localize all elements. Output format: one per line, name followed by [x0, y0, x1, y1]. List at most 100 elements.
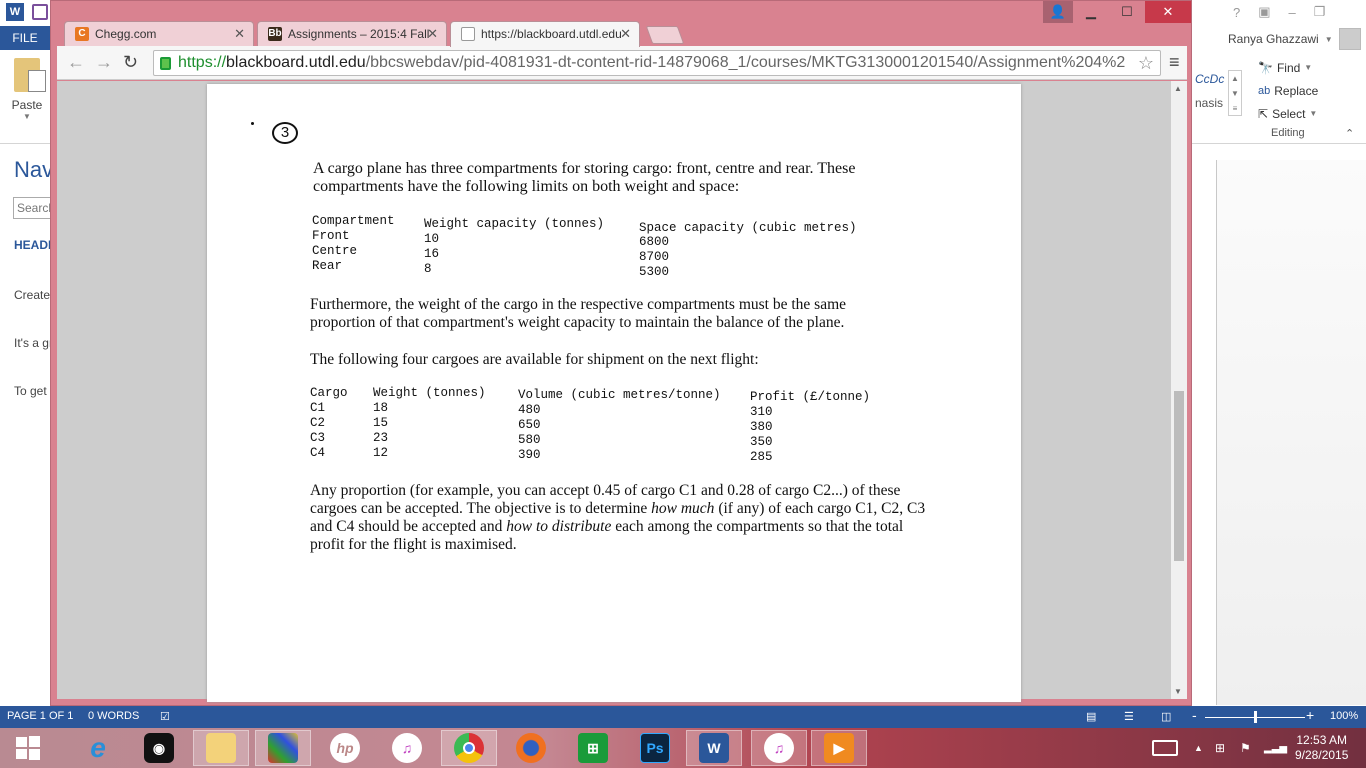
- taskbar-itunes[interactable]: ♫: [379, 730, 435, 766]
- close-window-button[interactable]: ✕: [1145, 1, 1191, 23]
- styles-scroll[interactable]: ▲ ▼ ≡: [1228, 70, 1242, 116]
- proofing-icon[interactable]: ☑: [160, 710, 170, 723]
- back-button[interactable]: ←: [67, 52, 85, 73]
- close-tab-icon[interactable]: ✕: [234, 22, 245, 46]
- table-cell: 12: [373, 446, 389, 460]
- taskbar-store[interactable]: ⊞: [565, 730, 621, 766]
- table-cell: 310: [750, 405, 773, 419]
- table-cell: 8700: [639, 250, 670, 264]
- taskbar-chrome[interactable]: [441, 730, 497, 766]
- collapse-ribbon-icon[interactable]: ⌃: [1345, 127, 1354, 140]
- minimize-button[interactable]: ▁: [1073, 1, 1109, 23]
- zoom-in-button[interactable]: +: [1306, 707, 1314, 723]
- system-clock[interactable]: 12:53 AM 9/28/2015: [1295, 733, 1348, 763]
- scroll-down-icon[interactable]: ▼: [1174, 687, 1182, 696]
- url-host: blackboard.utdl.edu: [226, 54, 366, 71]
- profile-icon[interactable]: 👤: [1043, 1, 1073, 23]
- scroll-up-icon[interactable]: ▲: [1174, 84, 1182, 93]
- touch-keyboard-icon[interactable]: [1152, 728, 1178, 768]
- web-layout-icon[interactable]: ◫: [1161, 710, 1171, 723]
- find-button[interactable]: 🔭 Find ▼: [1258, 56, 1318, 79]
- start-button[interactable]: [0, 730, 56, 766]
- replace-label: Replace: [1274, 83, 1319, 98]
- nav-title: Navigation: [14, 157, 52, 182]
- itunes-icon: ♫: [392, 733, 422, 763]
- table-cell: C3: [310, 431, 326, 445]
- table-cell: C1: [310, 401, 326, 415]
- taskbar-webcam[interactable]: ◉: [131, 730, 187, 766]
- network-signal-icon[interactable]: ▂▃▅: [1264, 728, 1287, 768]
- nav-tab-headings[interactable]: HEADINGS: [14, 238, 52, 252]
- windows-tray-icon[interactable]: ⊞: [1215, 728, 1225, 768]
- taskbar-file-explorer[interactable]: [193, 730, 249, 766]
- paste-button[interactable]: Paste ▼: [10, 58, 46, 121]
- restore-icon[interactable]: ❐: [1314, 4, 1326, 20]
- action-center-flag-icon[interactable]: ⚑: [1240, 728, 1251, 768]
- replace-button[interactable]: ab Replace: [1258, 79, 1318, 102]
- table-header: Weight capacity (tonnes): [424, 217, 605, 231]
- vertical-scrollbar[interactable]: ▲ ▼: [1171, 81, 1187, 699]
- chrome-icon: [454, 733, 484, 763]
- scrollbar-thumb[interactable]: [1174, 391, 1184, 561]
- read-mode-icon[interactable]: ▤: [1086, 710, 1096, 723]
- word-status-bar: PAGE 1 OF 1 0 WORDS ☑ ▤ ☰ ◫ - + 100%: [0, 706, 1366, 728]
- table-cell: 18: [373, 401, 389, 415]
- tab-title: https://blackboard.utdl.edu: [481, 27, 622, 41]
- show-hidden-icons[interactable]: ▲: [1194, 728, 1203, 768]
- clock-time: 12:53 AM: [1296, 733, 1348, 747]
- word-document-page[interactable]: [1216, 160, 1366, 705]
- taskbar-itunes-running[interactable]: ♫: [751, 730, 807, 766]
- address-bar[interactable]: https://blackboard.utdl.edu/bbcswebdav/p…: [153, 50, 1161, 76]
- select-label: Select: [1272, 106, 1306, 121]
- bookmark-star-icon[interactable]: ☆: [1138, 51, 1154, 75]
- intro-paragraph: A cargo plane has three compartments for…: [313, 160, 856, 195]
- minimize-icon[interactable]: –: [1289, 5, 1296, 20]
- print-layout-icon[interactable]: ☰: [1124, 710, 1134, 723]
- close-tab-icon[interactable]: ✕: [620, 22, 631, 46]
- zoom-slider-thumb[interactable]: [1254, 711, 1257, 723]
- new-tab-button[interactable]: [645, 26, 685, 44]
- tab-chegg[interactable]: C Chegg.com ✕: [64, 21, 254, 46]
- taskbar-hp[interactable]: hp: [317, 730, 373, 766]
- table-cell: C2: [310, 416, 326, 430]
- taskbar-internet-explorer[interactable]: e: [70, 730, 126, 766]
- taskbar-puzzle-app[interactable]: [255, 730, 311, 766]
- table-cell: 23: [373, 431, 389, 445]
- word-count[interactable]: 0 WORDS: [88, 710, 139, 722]
- firefox-icon: [516, 733, 546, 763]
- puzzle-app-icon: [268, 733, 298, 763]
- tab-assignments[interactable]: Bb Assignments – 2015:4 Fall ✕: [257, 21, 447, 46]
- close-tab-icon[interactable]: ✕: [427, 22, 438, 46]
- taskbar-media-player[interactable]: ▶: [811, 730, 867, 766]
- reload-button[interactable]: ↻: [123, 52, 138, 73]
- word-window-controls: ? ▣ – ❐: [1225, 2, 1366, 22]
- select-button[interactable]: ⇱ Select ▼: [1258, 102, 1318, 125]
- zoom-level[interactable]: 100%: [1330, 710, 1358, 722]
- chrome-menu-icon[interactable]: ≡: [1169, 52, 1180, 73]
- table-cell: Centre: [312, 244, 358, 258]
- style-preview: CcDc: [1195, 72, 1225, 86]
- save-icon[interactable]: [32, 4, 48, 20]
- taskbar-word[interactable]: W: [686, 730, 742, 766]
- forward-button[interactable]: →: [95, 52, 113, 73]
- nav-search-input[interactable]: Search document: [13, 197, 52, 219]
- nav-help-text: To get started, go to the Home tab and a…: [14, 384, 52, 398]
- help-icon[interactable]: ?: [1233, 5, 1240, 20]
- style-name: nasis: [1195, 96, 1224, 110]
- tab-blackboard-pdf[interactable]: https://blackboard.utdl.edu ✕: [450, 21, 640, 47]
- page-count[interactable]: PAGE 1 OF 1: [7, 710, 73, 722]
- table-cell: 10: [424, 232, 440, 246]
- file-tab[interactable]: FILE: [0, 26, 50, 50]
- chrome-window: C Chegg.com ✕ Bb Assignments – 2015:4 Fa…: [50, 0, 1192, 706]
- table-header: Profit (£/tonne): [750, 390, 871, 404]
- table-cell: 8: [424, 262, 432, 276]
- taskbar-photoshop[interactable]: Ps: [627, 730, 683, 766]
- user-account[interactable]: Ranya Ghazzawi ▼: [1228, 28, 1361, 50]
- zoom-out-button[interactable]: -: [1192, 707, 1197, 723]
- pdf-viewer: 3 A cargo plane has three compartments f…: [57, 81, 1171, 702]
- editing-group-label: Editing: [1271, 127, 1305, 139]
- taskbar-firefox[interactable]: [503, 730, 559, 766]
- maximize-button[interactable]: ☐: [1109, 1, 1145, 23]
- table-header: Weight (tonnes): [373, 386, 486, 400]
- ribbon-display-icon[interactable]: ▣: [1258, 4, 1270, 20]
